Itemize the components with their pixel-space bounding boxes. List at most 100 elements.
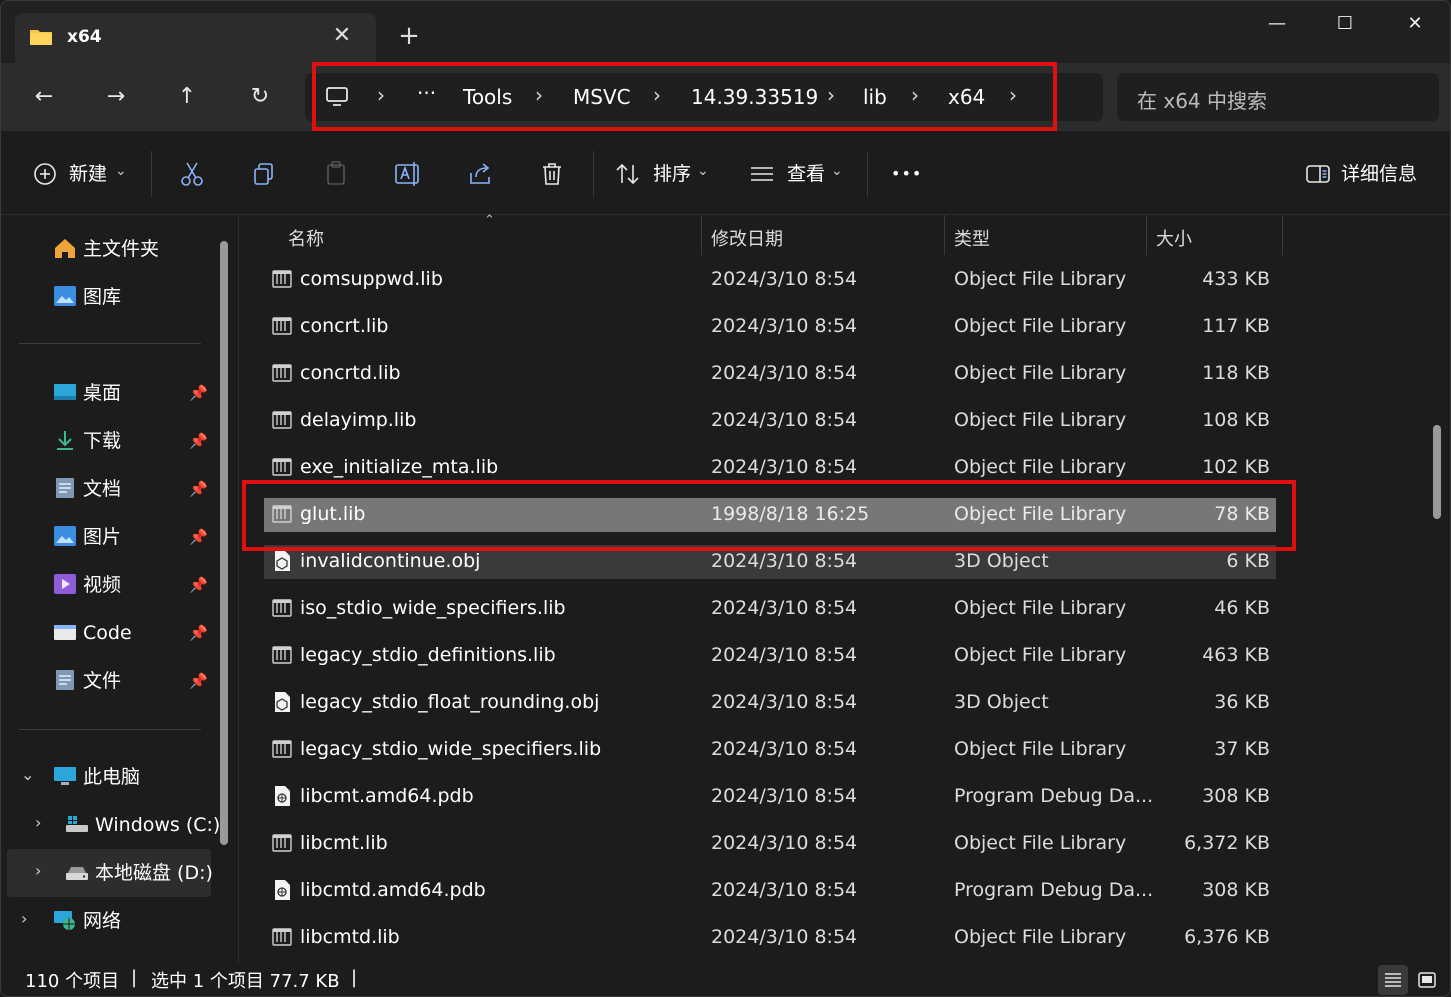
file-row[interactable]: libcmt.amd64.pdb 2024/3/10 8:54 Program De…	[264, 780, 1276, 814]
chevron-right-icon[interactable]: ›	[35, 861, 41, 880]
file-name: legacy_stdio_float_rounding.obj	[300, 691, 600, 713]
file-date: 2024/3/10 8:54	[711, 550, 858, 572]
sidebar-item-desktop[interactable]: 桌面 📌	[53, 373, 213, 413]
folder-icon	[30, 30, 52, 45]
title-bar: x64 ✕ + — ☐ ✕	[1, 1, 1450, 63]
file-size: 36 KB	[1214, 691, 1270, 713]
library-file-icon	[272, 317, 292, 335]
sidebar-item-label: 视频	[83, 574, 122, 596]
sidebar-item-files[interactable]: 文件 📌	[53, 661, 213, 701]
column-divider[interactable]	[944, 215, 945, 255]
sidebar-item-downloads[interactable]: 下载 📌	[53, 421, 213, 461]
minimize-button[interactable]: —	[1257, 11, 1297, 37]
tab-x64[interactable]: x64 ✕	[15, 13, 376, 63]
chevron-down-icon: ⌄	[831, 163, 843, 179]
tab-title: x64	[67, 27, 102, 47]
search-input[interactable]: 在 x64 中搜索	[1117, 73, 1439, 121]
file-name: libcmt.amd64.pdb	[300, 785, 474, 807]
details-view-button[interactable]	[1378, 965, 1408, 995]
file-type: 3D Object	[954, 550, 1049, 572]
file-row[interactable]: libcmtd.amd64.pdb 2024/3/10 8:54 Program D…	[264, 874, 1276, 908]
file-size: 308 KB	[1202, 879, 1270, 901]
file-row[interactable]: concrt.lib 2024/3/10 8:54 Object File Libr…	[264, 310, 1276, 344]
debug-file-icon	[275, 786, 290, 806]
file-list-scrollbar[interactable]	[1433, 425, 1441, 519]
file-row[interactable]: libcmt.lib 2024/3/10 8:54 Object File Libr…	[264, 827, 1276, 861]
add-circle-icon	[34, 163, 56, 185]
sidebar-item-label: 此电脑	[83, 766, 141, 788]
pin-icon[interactable]: 📌	[189, 613, 208, 653]
file-row[interactable]: libcmtd.lib 2024/3/10 8:54 Object File Lib…	[264, 921, 1276, 955]
file-size: 118 KB	[1202, 362, 1270, 384]
file-name: invalidcontinue.obj	[300, 550, 481, 572]
file-date: 2024/3/10 8:54	[711, 691, 858, 713]
maximize-button[interactable]: ☐	[1325, 11, 1365, 37]
column-divider[interactable]	[701, 215, 702, 255]
paste-icon[interactable]	[321, 159, 351, 189]
pin-icon[interactable]: 📌	[189, 373, 208, 413]
column-header-type[interactable]: 类型	[954, 225, 990, 251]
forward-button[interactable]: →	[101, 82, 131, 112]
file-row[interactable]: concrtd.lib 2024/3/10 8:54 Object File Lib…	[264, 357, 1276, 391]
delete-icon[interactable]	[537, 159, 567, 189]
up-button[interactable]: ↑	[172, 82, 202, 112]
sidebar-item-label: 文件	[83, 670, 122, 692]
library-file-icon	[272, 364, 292, 382]
column-header-date[interactable]: 修改日期	[711, 225, 783, 251]
file-size: 6 KB	[1226, 550, 1270, 572]
pin-icon[interactable]: 📌	[189, 421, 208, 461]
tiles-view-button[interactable]	[1412, 965, 1442, 995]
pin-icon[interactable]: 📌	[189, 517, 208, 557]
status-separator: |	[131, 967, 138, 988]
library-file-icon	[272, 599, 292, 617]
back-button[interactable]: ←	[29, 82, 59, 112]
close-button[interactable]: ✕	[1395, 11, 1435, 37]
file-name: libcmtd.amd64.pdb	[300, 879, 486, 901]
address-highlight-box	[312, 62, 1057, 131]
refresh-button[interactable]: ↻	[245, 82, 275, 112]
file-name: iso_stdio_wide_specifiers.lib	[300, 597, 566, 619]
file-date: 2024/3/10 8:54	[711, 597, 858, 619]
file-name: exe_initialize_mta.lib	[300, 456, 499, 478]
file-row[interactable]: comsuppwd.lib 2024/3/10 8:54 Object File L…	[264, 263, 1276, 297]
tiles-view-icon	[1418, 972, 1436, 988]
sort-icon	[616, 163, 639, 185]
sidebar-item-pictures[interactable]: 图片 📌	[53, 517, 213, 557]
status-bar: 110 个项目 | 选中 1 个项目 77.7 KB |	[1, 963, 1450, 996]
desktop-icon	[54, 384, 76, 400]
file-row[interactable]: legacy_stdio_wide_specifiers.lib 2024/3/1…	[264, 733, 1276, 767]
column-header-size[interactable]: 大小	[1156, 225, 1192, 251]
documents-icon	[56, 670, 74, 690]
selection-highlight-box	[242, 480, 1296, 551]
pin-icon[interactable]: 📌	[189, 565, 208, 605]
more-options-button[interactable]: •••	[891, 159, 922, 189]
share-icon[interactable]	[465, 159, 495, 189]
chevron-right-icon[interactable]: ›	[21, 909, 27, 928]
rename-icon[interactable]	[393, 159, 423, 189]
file-type: Object File Library	[954, 644, 1127, 666]
sidebar-item-label: 桌面	[83, 382, 122, 404]
cut-icon[interactable]	[177, 159, 207, 189]
chevron-down-icon[interactable]: ⌄	[21, 765, 34, 784]
pin-icon[interactable]: 📌	[189, 661, 208, 701]
pin-icon[interactable]: 📌	[189, 469, 208, 509]
object-file-icon	[275, 551, 290, 571]
file-type: Object File Library	[954, 315, 1127, 337]
sidebar-scrollbar[interactable]	[220, 241, 228, 845]
column-divider[interactable]	[1282, 215, 1283, 255]
file-row[interactable]: iso_stdio_wide_specifiers.lib 2024/3/10 8…	[264, 592, 1276, 626]
file-row[interactable]: delayimp.lib 2024/3/10 8:54 Object File Li…	[264, 404, 1276, 438]
sidebar-item-code[interactable]: Code 📌	[53, 613, 213, 653]
copy-icon[interactable]	[249, 159, 279, 189]
sidebar-item-documents[interactable]: 文档 📌	[53, 469, 213, 509]
documents-icon	[56, 478, 74, 498]
tab-close-icon[interactable]: ✕	[331, 25, 353, 47]
column-header-name[interactable]: 名称	[288, 225, 324, 251]
file-date: 2024/3/10 8:54	[711, 362, 858, 384]
new-tab-button[interactable]: +	[397, 23, 421, 49]
file-row[interactable]: legacy_stdio_definitions.lib 2024/3/10 8:…	[264, 639, 1276, 673]
sidebar-item-videos[interactable]: 视频 📌	[53, 565, 213, 605]
column-divider[interactable]	[1146, 215, 1147, 255]
chevron-right-icon[interactable]: ›	[35, 813, 41, 832]
file-row[interactable]: legacy_stdio_float_rounding.obj 2024/3/10…	[264, 686, 1276, 720]
